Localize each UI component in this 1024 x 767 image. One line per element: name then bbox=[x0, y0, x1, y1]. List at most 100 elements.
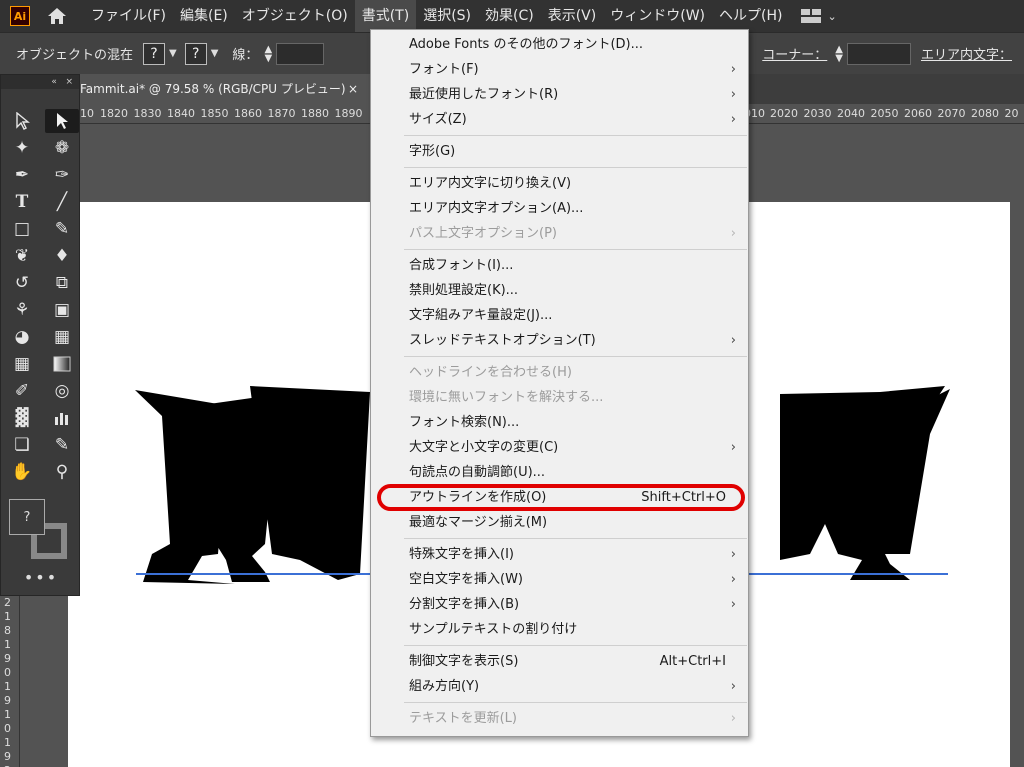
close-icon[interactable]: × bbox=[348, 74, 358, 104]
menu-separator bbox=[404, 135, 747, 136]
type-menu-item[interactable]: 組み方向(Y) › bbox=[371, 674, 748, 699]
pen-tool-icon[interactable]: ✒ bbox=[5, 163, 39, 187]
chevron-down-icon[interactable]: ▼ bbox=[211, 48, 219, 59]
menu-5[interactable]: 効果(C) bbox=[478, 0, 541, 32]
menu-8[interactable]: ヘルプ(H) bbox=[712, 0, 789, 32]
type-menu-item[interactable]: スレッドテキストオプション(T) › bbox=[371, 328, 748, 353]
ruler-tick: 9 bbox=[4, 694, 11, 707]
direct-selection-tool-icon[interactable] bbox=[5, 109, 39, 133]
shaper-tool-icon[interactable]: ❦ bbox=[5, 244, 39, 268]
selection-tool-icon[interactable] bbox=[45, 109, 79, 133]
artboard-tool-icon[interactable]: ❏ bbox=[5, 433, 39, 457]
type-menu-item[interactable]: 空白文字を挿入(W) › bbox=[371, 567, 748, 592]
highlight-ring bbox=[377, 484, 745, 511]
type-menu-item[interactable]: 合成フォント(I)... bbox=[371, 253, 748, 278]
chevron-down-icon[interactable]: ▼ bbox=[169, 48, 177, 59]
corner-radius-field[interactable] bbox=[846, 42, 911, 65]
home-icon[interactable] bbox=[42, 1, 72, 31]
collapse-icon[interactable]: « bbox=[51, 77, 57, 87]
type-menu-item: ヘッドラインを合わせる(H) bbox=[371, 360, 748, 385]
menu-item-label: スレッドテキストオプション(T) bbox=[409, 333, 596, 348]
slice-tool-icon[interactable]: ✎ bbox=[45, 433, 79, 457]
type-menu-item[interactable]: 制御文字を表示(S) Alt+Ctrl+I bbox=[371, 649, 748, 674]
lasso-tool-icon[interactable]: ❁ bbox=[45, 136, 79, 160]
menu-item-label: フォント(F) bbox=[409, 62, 479, 77]
line-segment-tool-icon[interactable]: ╱ bbox=[45, 190, 79, 214]
symbol-sprayer-tool-icon[interactable]: ▓ bbox=[5, 406, 39, 430]
free-transform-tool-icon[interactable]: ▣ bbox=[45, 298, 79, 322]
menu-3[interactable]: 書式(T) bbox=[354, 0, 417, 32]
ruler-tick: 1840 bbox=[167, 107, 195, 120]
menu-bar: Ai ファイル(F) 編集(E) オブジェクト(O) 書式(T) 選択(S) 効果(C) 表… bbox=[0, 0, 1024, 32]
type-menu-item: 環境に無いフォントを解決する... bbox=[371, 385, 748, 410]
type-menu-item[interactable]: 分割文字を挿入(B) › bbox=[371, 592, 748, 617]
type-menu-item[interactable]: 最適なマージン揃え(M) bbox=[371, 510, 748, 535]
menu-6[interactable]: 表示(V) bbox=[541, 0, 604, 32]
corner-label: コーナー： bbox=[762, 48, 828, 63]
type-menu-item[interactable]: Adobe Fonts のその他のフォント(D)... bbox=[371, 32, 748, 57]
mesh-tool-icon[interactable]: ▦ bbox=[5, 352, 39, 376]
menu-7[interactable]: ウィンドウ(W) bbox=[603, 0, 712, 32]
menu-1[interactable]: 編集(E) bbox=[173, 0, 235, 32]
hand-tool-icon[interactable]: ✋ bbox=[5, 460, 39, 484]
menu-0[interactable]: ファイル(F) bbox=[84, 0, 173, 32]
menu-item-label: 禁則処理設定(K)... bbox=[409, 283, 519, 298]
type-menu-item[interactable]: 最近使用したフォント(R) › bbox=[371, 82, 748, 107]
menu-4[interactable]: 選択(S) bbox=[416, 0, 478, 32]
type-menu-item[interactable]: エリア内文字に切り換え(V) bbox=[371, 171, 748, 196]
menu-item-label: エリア内文字に切り換え(V) bbox=[409, 176, 572, 191]
ruler-tick: 0 bbox=[4, 722, 11, 735]
type-tool-icon[interactable]: T bbox=[5, 190, 39, 214]
menu-item-label: 組み方向(Y) bbox=[409, 679, 480, 694]
workspace-switcher[interactable]: ⌄ bbox=[801, 9, 837, 23]
vertical-ruler: 2181901910192 bbox=[0, 596, 20, 767]
zoom-tool-icon[interactable]: ⚲ bbox=[45, 460, 79, 484]
ruler-tick: 1870 bbox=[267, 107, 296, 120]
scale-tool-icon[interactable]: ⧉ bbox=[45, 271, 79, 295]
type-menu-item[interactable]: 文字組みアキ量設定(J)... bbox=[371, 303, 748, 328]
ruler-tick: 2030 bbox=[803, 107, 832, 120]
close-icon[interactable]: × bbox=[65, 77, 73, 87]
type-menu-item[interactable]: 特殊文字を挿入(I) › bbox=[371, 542, 748, 567]
corner-stepper-icon[interactable]: ▲ ▼ bbox=[835, 44, 843, 63]
menu-separator bbox=[404, 538, 747, 539]
type-menu-item[interactable]: 句読点の自動調節(U)... bbox=[371, 460, 748, 485]
stroke-width-field[interactable] bbox=[276, 42, 325, 65]
eraser-tool-icon[interactable]: ♦ bbox=[45, 244, 79, 268]
fill-stroke-widget[interactable]: ? bbox=[7, 497, 75, 563]
ruler-tick: 1 bbox=[4, 680, 11, 693]
blend-tool-icon[interactable]: ◎ bbox=[45, 379, 79, 403]
rectangle-tool-icon[interactable]: □ bbox=[5, 217, 39, 241]
gradient-tool-icon[interactable] bbox=[45, 352, 79, 376]
magic-wand-tool-icon[interactable]: ✦ bbox=[5, 136, 39, 160]
type-menu-item[interactable]: 禁則処理設定(K)... bbox=[371, 278, 748, 303]
type-menu-item[interactable]: エリア内文字オプション(A)... bbox=[371, 196, 748, 221]
paintbrush-tool-icon[interactable]: ✎ bbox=[45, 217, 79, 241]
stroke-stepper-icon[interactable]: ▲ ▼ bbox=[264, 44, 272, 63]
create-outlines-menu-item[interactable]: アウトラインを作成(O) Shift+Ctrl+O bbox=[371, 484, 748, 511]
menu-item-label: 特殊文字を挿入(I) bbox=[409, 547, 514, 562]
fill-swatch[interactable]: ? bbox=[143, 42, 166, 65]
type-menu-item[interactable]: 字形(G) bbox=[371, 139, 748, 164]
more-tools-icon[interactable]: ••• bbox=[1, 568, 81, 587]
type-menu-item[interactable]: フォント(F) › bbox=[371, 57, 748, 82]
type-menu-item[interactable]: サンプルテキストの割り付け bbox=[371, 617, 748, 642]
perspective-grid-tool-icon[interactable]: ▦ bbox=[45, 325, 79, 349]
type-menu-item[interactable]: フォント検索(N)... bbox=[371, 410, 748, 435]
stroke-swatch[interactable]: ? bbox=[184, 42, 207, 65]
curvature-tool-icon[interactable]: ✑ bbox=[45, 163, 79, 187]
fill-color-box[interactable]: ? bbox=[9, 499, 45, 535]
column-graph-tool-icon[interactable] bbox=[45, 406, 79, 430]
type-menu-item[interactable]: サイズ(Z) › bbox=[371, 107, 748, 132]
shape-builder-tool-icon[interactable]: ◕ bbox=[5, 325, 39, 349]
document-tab[interactable]: Fammit.ai* @ 79.58 % (RGB/CPU プレビュー) × bbox=[80, 74, 370, 104]
width-tool-icon[interactable]: ⚘ bbox=[5, 298, 39, 322]
eyedropper-tool-icon[interactable]: ✐ bbox=[5, 379, 39, 403]
menu-item-label: 分割文字を挿入(B) bbox=[409, 597, 520, 612]
area-type-label[interactable]: エリア内文字： bbox=[921, 44, 1012, 63]
rotate-tool-icon[interactable]: ↺ bbox=[5, 271, 39, 295]
menu-2[interactable]: オブジェクト(O) bbox=[235, 0, 355, 32]
type-menu-item[interactable]: 大文字と小文字の変更(C) › bbox=[371, 435, 748, 460]
ruler-tick: 2050 bbox=[870, 107, 899, 120]
menu-item-label: Adobe Fonts のその他のフォント(D)... bbox=[409, 37, 644, 52]
